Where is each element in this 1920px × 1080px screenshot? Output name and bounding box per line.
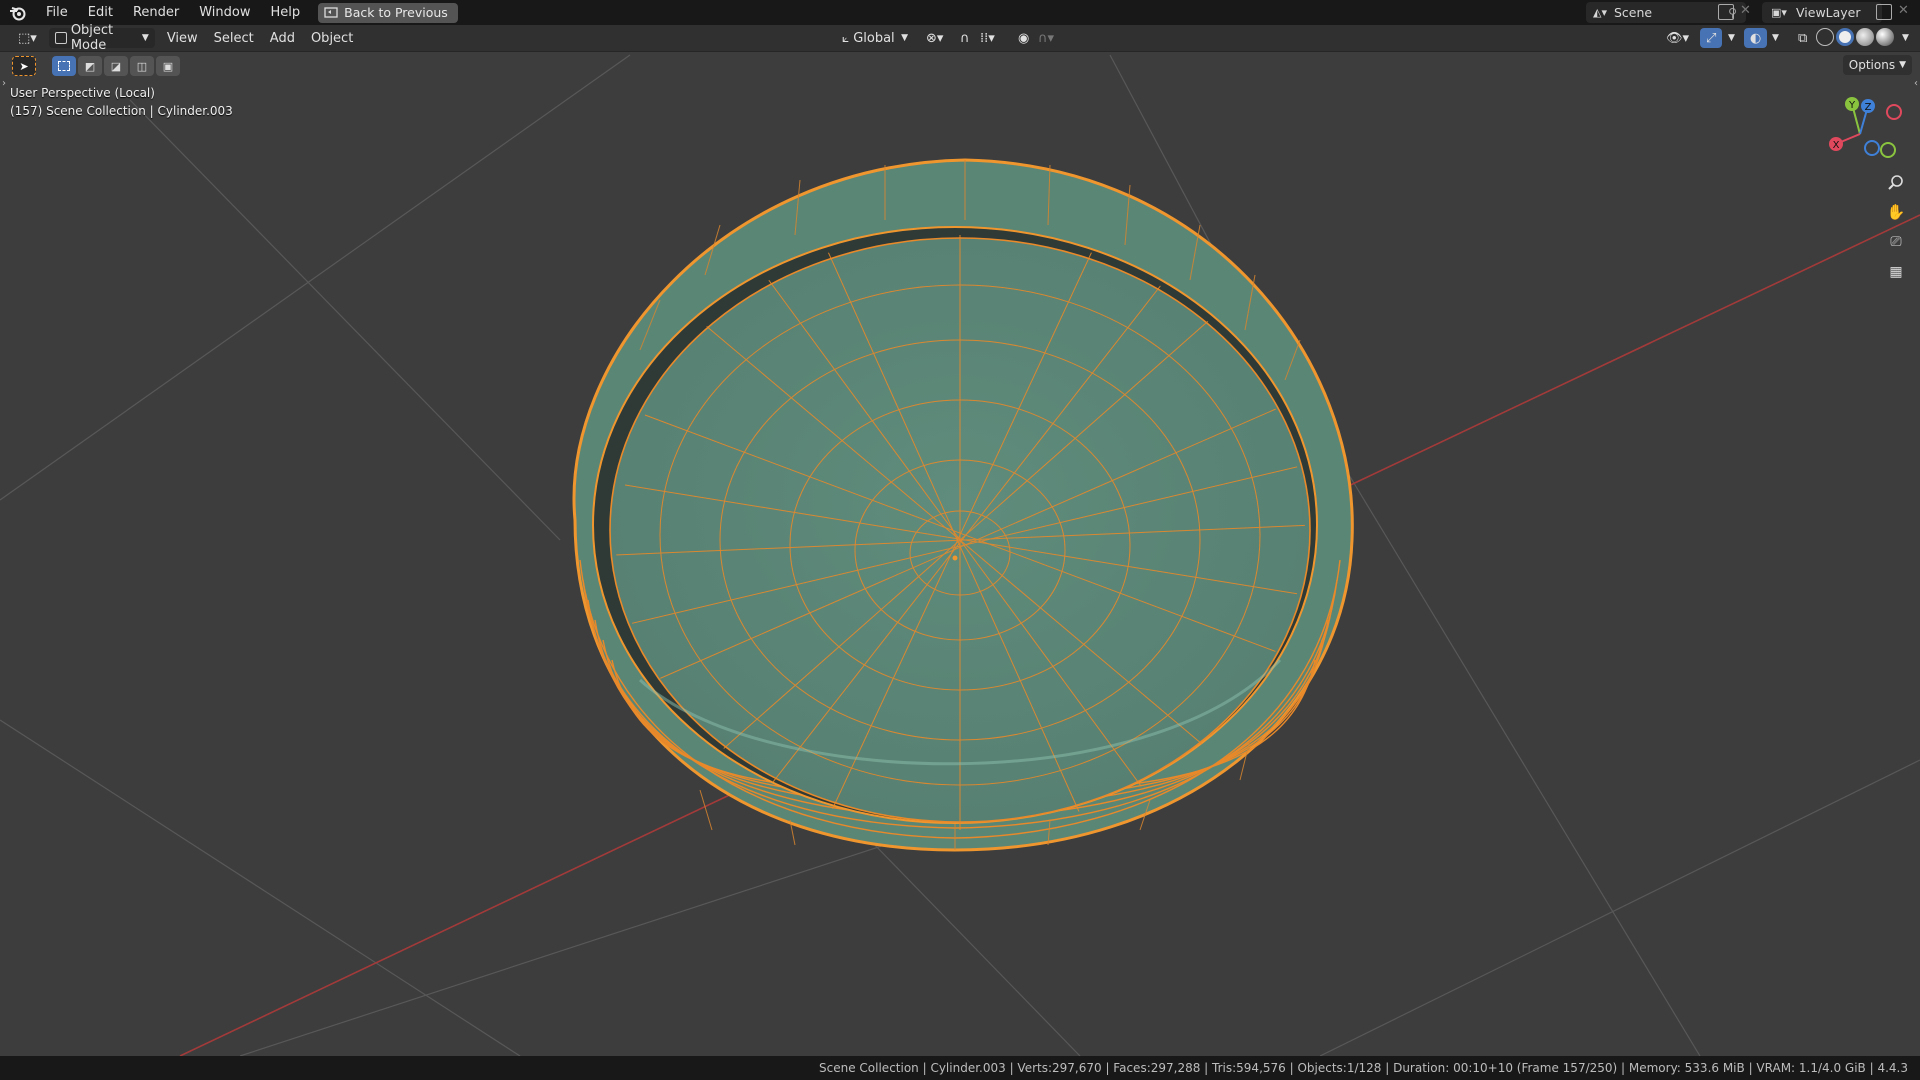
z-axis-label: Z — [1865, 102, 1872, 113]
gizmo-toggle[interactable]: ⤢ — [1700, 28, 1723, 48]
neg-x-axis-gizmo-icon[interactable] — [1886, 104, 1902, 120]
menu-select[interactable]: Select — [208, 28, 260, 48]
overlays-dropdown[interactable]: ▼ — [1766, 28, 1785, 48]
gizmo-icon: ⤢ — [1706, 30, 1717, 46]
toolbar-toggle-icon[interactable]: › — [2, 78, 6, 89]
select-tool-icon[interactable]: ➤ — [12, 56, 36, 76]
viewlayer-icon: ▣▾ — [1771, 6, 1787, 19]
y-axis-label: Y — [1848, 100, 1856, 111]
menu-file[interactable]: File — [36, 0, 78, 25]
status-bar: Scene Collection | Cylinder.003 | Verts:… — [0, 1056, 1920, 1080]
snap-toggle[interactable]: ∩ — [954, 28, 976, 48]
shading-modes — [1816, 28, 1894, 46]
transform-orientation-dropdown[interactable]: ⟀ Global ▼ — [836, 28, 914, 48]
top-bar: File Edit Render Window Help Back to Pre… — [0, 0, 1920, 25]
new-scene-icon[interactable] — [1718, 4, 1734, 20]
gizmo-dropdown[interactable]: ▼ — [1722, 28, 1741, 48]
pivot-icon: ⊗▾ — [926, 30, 944, 46]
selection-subtract-icon[interactable]: ◪ — [104, 56, 128, 76]
delete-scene-icon[interactable]: ✕ — [1740, 3, 1751, 18]
rendered-shading-icon[interactable] — [1876, 28, 1894, 46]
xray-toggle[interactable]: ⧉ — [1792, 28, 1813, 48]
back-to-previous-button[interactable]: Back to Previous — [318, 2, 458, 23]
zoom-icon[interactable] — [1884, 170, 1908, 194]
falloff-curve-icon: ∩▾ — [1038, 30, 1055, 46]
scene-name[interactable]: Scene — [1614, 5, 1728, 20]
material-shading-icon[interactable] — [1856, 28, 1874, 46]
perspective-label: User Perspective (Local) — [10, 86, 155, 100]
viewlayer-name[interactable]: ViewLayer — [1796, 5, 1882, 20]
chevron-down-icon: ▼ — [1772, 33, 1779, 43]
falloff-button[interactable]: ∩▾ — [1032, 28, 1060, 48]
orientation-icon: ⟀ — [842, 30, 850, 45]
xray-icon: ⧉ — [1798, 30, 1808, 46]
menu-help[interactable]: Help — [261, 0, 311, 25]
eye-icon: 👁▾ — [1666, 30, 1690, 46]
visibility-dropdown[interactable]: 👁▾ — [1660, 28, 1695, 48]
selection-new-icon[interactable] — [52, 56, 76, 76]
orientation-label: Global — [853, 30, 895, 46]
viewlayer-selector[interactable]: ▣▾ ViewLayer — [1762, 2, 1882, 23]
camera-view-icon[interactable]: ⎚ — [1884, 230, 1908, 254]
overlays-toggle[interactable]: ◐ — [1744, 28, 1768, 48]
screen-back-icon — [324, 6, 338, 18]
menu-window[interactable]: Window — [189, 0, 260, 25]
delete-viewlayer-icon[interactable]: ✕ — [1898, 3, 1909, 18]
overlays-icon: ◐ — [1750, 30, 1762, 46]
orthographic-grid-icon[interactable]: ▦ — [1884, 260, 1908, 284]
viewport-header: ⬚▾ Object Mode ▼ View Select Add Object … — [0, 23, 1920, 53]
solid-shading-icon[interactable] — [1836, 28, 1854, 46]
object-mode-icon — [54, 32, 67, 44]
mode-dropdown[interactable]: Object Mode ▼ — [48, 23, 155, 53]
select-tool-row: ➤ ◩ ◪ ◫ ▣ — [12, 56, 180, 76]
collection-info-label: (157) Scene Collection | Cylinder.003 — [10, 104, 233, 118]
menu-object[interactable]: Object — [305, 28, 359, 48]
mode-label: Object Mode — [70, 23, 114, 53]
blender-logo-icon[interactable] — [0, 0, 36, 25]
navigation-gizmo[interactable]: Y Z X — [1820, 92, 1910, 172]
menu-edit[interactable]: Edit — [78, 0, 123, 25]
editor-type-icon: ⬚▾ — [18, 30, 37, 46]
chevron-down-icon: ▼ — [1728, 33, 1735, 43]
snap-target-button[interactable]: ⁞⁞▾ — [974, 28, 1001, 48]
chevron-down-icon: ▼ — [141, 33, 149, 43]
sidebar-toggle-icon[interactable]: ‹ — [1914, 78, 1918, 89]
neg-z-axis-gizmo-icon[interactable] — [1864, 140, 1880, 156]
cylinder-object[interactable] — [572, 158, 1354, 852]
back-to-previous-label: Back to Previous — [344, 5, 448, 20]
proportional-icon: ◉ — [1018, 30, 1030, 46]
3d-viewport[interactable]: User Perspective (Local) (157) Scene Col… — [0, 52, 1920, 1056]
editor-type-button[interactable]: ⬚▾ — [12, 28, 43, 48]
magnet-icon: ∩ — [960, 30, 970, 46]
snap-grid-icon: ⁞⁞▾ — [980, 30, 995, 46]
selection-intersect-icon[interactable]: ▣ — [156, 56, 180, 76]
pivot-point-button[interactable]: ⊗▾ — [920, 28, 949, 48]
viewport-scene — [0, 54, 1920, 1056]
chevron-down-icon: ▼ — [1902, 33, 1909, 43]
options-label: Options — [1848, 58, 1896, 72]
status-text: Scene Collection | Cylinder.003 | Verts:… — [819, 1061, 1908, 1075]
selection-extend-icon[interactable]: ◩ — [78, 56, 102, 76]
chevron-down-icon: ▼ — [1899, 60, 1906, 70]
options-dropdown[interactable]: Options ▼ — [1842, 55, 1912, 75]
chevron-down-icon: ▼ — [901, 33, 908, 43]
new-viewlayer-icon[interactable] — [1876, 4, 1892, 20]
menu-render[interactable]: Render — [123, 0, 189, 25]
x-axis-label: X — [1833, 140, 1840, 151]
scene-icon: ◭▾ — [1593, 6, 1607, 19]
wireframe-shading-icon[interactable] — [1816, 28, 1834, 46]
menu-add[interactable]: Add — [264, 28, 301, 48]
menu-view[interactable]: View — [161, 28, 204, 48]
selection-invert-icon[interactable]: ◫ — [130, 56, 154, 76]
shading-dropdown[interactable]: ▼ — [1896, 28, 1915, 48]
pan-hand-icon[interactable]: ✋ — [1884, 200, 1908, 224]
neg-y-axis-gizmo-icon[interactable] — [1880, 142, 1896, 158]
